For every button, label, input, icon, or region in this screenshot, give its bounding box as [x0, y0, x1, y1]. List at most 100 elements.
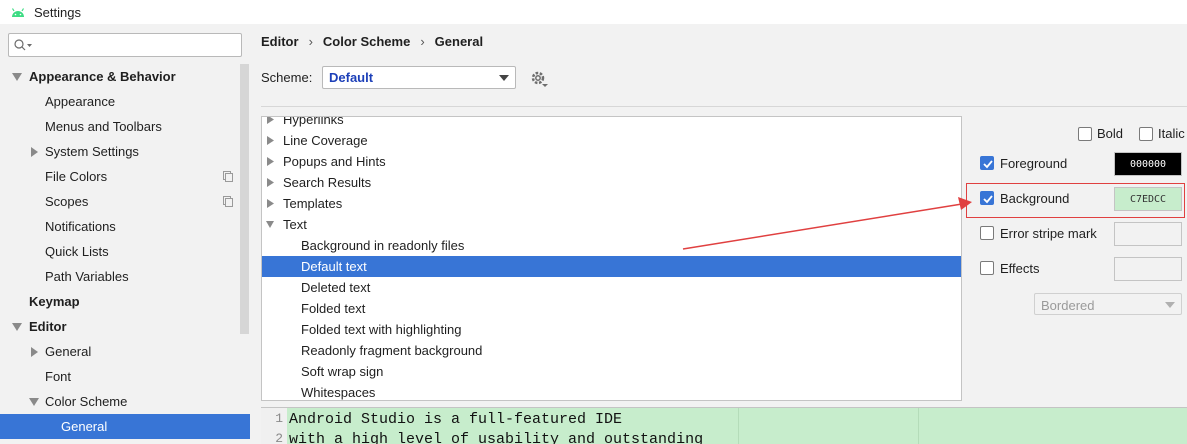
sidebar-item-label: Quick Lists: [45, 244, 109, 259]
sidebar-item[interactable]: Editor: [0, 314, 250, 339]
chevron-right-icon[interactable]: [29, 347, 39, 357]
foreground-label: Foreground: [1000, 156, 1068, 171]
breadcrumb-color-scheme[interactable]: Color Scheme: [323, 34, 410, 49]
chevron-right-icon[interactable]: [266, 136, 274, 145]
sidebar-item[interactable]: Appearance & Behavior: [0, 64, 250, 89]
sidebar-item-label: Keymap: [29, 294, 80, 309]
sidebar-item-label: Menus and Toolbars: [45, 119, 162, 134]
element-tree-label: Default text: [301, 259, 367, 274]
divider: [261, 106, 1187, 107]
sidebar-item-label: File Colors: [45, 169, 108, 184]
preview-code: Android Studio is a full-featured IDE wi…: [289, 410, 703, 444]
error-stripe-color-swatch[interactable]: [1114, 222, 1182, 246]
color-scheme-element-tree: Hyperlinks Line Coverage Popups and Hints S…: [261, 116, 962, 401]
chevron-down-icon[interactable]: [12, 322, 22, 332]
element-tree-row[interactable]: Popups and Hints: [262, 151, 961, 172]
attributes-panel: Bold Italic Foreground 000000 Background…: [966, 116, 1187, 366]
sidebar-item-label: Appearance & Behavior: [29, 69, 176, 84]
line-number: 1: [275, 411, 283, 426]
sidebar-item[interactable]: Scopes: [0, 189, 250, 214]
sidebar-item-label: Path Variables: [45, 269, 129, 284]
sidebar-item-label: Appearance: [45, 94, 116, 109]
line-number: 2: [275, 431, 283, 444]
element-tree-row[interactable]: Search Results: [262, 172, 961, 193]
element-tree-label: Whitespaces: [301, 385, 376, 400]
effects-color-swatch[interactable]: [1114, 257, 1182, 281]
element-tree-label: Hyperlinks: [283, 116, 344, 127]
chevron-down-icon: [499, 75, 509, 81]
effects-style-value: Bordered: [1041, 298, 1095, 313]
chevron-right-icon[interactable]: [29, 147, 39, 157]
chevron-right-icon[interactable]: [266, 199, 274, 208]
element-tree-row[interactable]: Soft wrap sign: [262, 361, 961, 382]
gear-icon[interactable]: [530, 70, 548, 88]
checkmark-icon: [983, 160, 993, 169]
element-tree-row[interactable]: Templates: [262, 193, 961, 214]
indent-guide: [738, 408, 739, 444]
element-tree-label: Folded text: [301, 301, 366, 316]
sidebar-item[interactable]: Color Scheme: [0, 389, 250, 414]
scheme-dropdown[interactable]: Default: [322, 66, 516, 89]
chevron-down-icon[interactable]: [12, 72, 22, 82]
indent-guide: [918, 408, 919, 444]
background-color-swatch[interactable]: C7EDCC: [1114, 187, 1182, 211]
preview-line: with a high level of usability and outst…: [289, 431, 704, 444]
scheme-label: Scheme:: [261, 70, 313, 85]
sidebar-item[interactable]: Menus and Toolbars: [0, 114, 250, 139]
sidebar-item[interactable]: System Settings: [0, 139, 250, 164]
element-tree-row[interactable]: Background in readonly files: [262, 235, 961, 256]
checkmark-icon: [983, 195, 993, 204]
sidebar-item-label: Color Scheme: [45, 394, 128, 409]
italic-checkbox[interactable]: [1139, 127, 1153, 141]
project-scope-icon: [223, 196, 233, 207]
bold-checkbox[interactable]: [1078, 127, 1092, 141]
sidebar-item[interactable]: General: [0, 414, 250, 439]
element-tree-row[interactable]: Default text: [262, 256, 961, 277]
chevron-down-icon[interactable]: [266, 220, 274, 229]
error-stripe-checkbox[interactable]: [980, 226, 994, 240]
chevron-down-icon[interactable]: [29, 397, 39, 407]
effects-checkbox[interactable]: [980, 261, 994, 275]
background-checkbox[interactable]: [980, 191, 994, 205]
element-tree-row[interactable]: Folded text: [262, 298, 961, 319]
sidebar-item[interactable]: Keymap: [0, 289, 250, 314]
element-tree-row[interactable]: Deleted text: [262, 277, 961, 298]
foreground-checkbox[interactable]: [980, 156, 994, 170]
sidebar-item[interactable]: Quick Lists: [0, 239, 250, 264]
title-bar: Settings: [0, 0, 1187, 24]
breadcrumb-general: General: [434, 34, 484, 49]
background-label: Background: [1000, 191, 1070, 206]
sidebar-item[interactable]: Notifications: [0, 214, 250, 239]
element-tree-label: Popups and Hints: [283, 154, 386, 169]
sidebar-item-label: General: [45, 344, 92, 359]
sidebar-item[interactable]: Path Variables: [0, 264, 250, 289]
chevron-right-icon[interactable]: [266, 178, 274, 187]
sidebar-item[interactable]: File Colors: [0, 164, 250, 189]
sidebar-item[interactable]: General: [0, 339, 250, 364]
effects-style-dropdown[interactable]: Bordered: [1034, 293, 1182, 315]
line-number-gutter: 1 2: [261, 408, 287, 444]
element-tree-label: Line Coverage: [283, 133, 368, 148]
preview-line: Android Studio is a full-featured IDE: [289, 411, 623, 428]
sidebar-item-label: General: [61, 419, 108, 434]
project-scope-icon: [223, 171, 233, 182]
element-tree-row[interactable]: Line Coverage: [262, 130, 961, 151]
element-tree-row[interactable]: Whitespaces: [262, 382, 961, 400]
sidebar-item[interactable]: Appearance: [0, 89, 250, 114]
sidebar-item-label: Font: [45, 369, 72, 384]
code-preview[interactable]: 1 2 Android Studio is a full-featured ID…: [261, 407, 1187, 444]
element-tree-row[interactable]: Folded text with highlighting: [262, 319, 961, 340]
chevron-right-icon[interactable]: [266, 157, 274, 166]
foreground-color-swatch[interactable]: 000000: [1114, 152, 1182, 176]
chevron-right-icon[interactable]: [266, 116, 274, 124]
element-tree-row[interactable]: Readonly fragment background: [262, 340, 961, 361]
element-tree-label: Deleted text: [301, 280, 371, 295]
sidebar-item[interactable]: Font: [0, 364, 250, 389]
error-stripe-label: Error stripe mark: [1000, 226, 1097, 241]
sidebar-scrollbar[interactable]: [240, 64, 249, 334]
breadcrumb-editor[interactable]: Editor: [261, 34, 299, 49]
sidebar-item-label: System Settings: [45, 144, 139, 159]
element-tree-row[interactable]: Text: [262, 214, 961, 235]
settings-search-input[interactable]: [8, 33, 242, 57]
element-tree-row[interactable]: Hyperlinks: [262, 116, 961, 130]
